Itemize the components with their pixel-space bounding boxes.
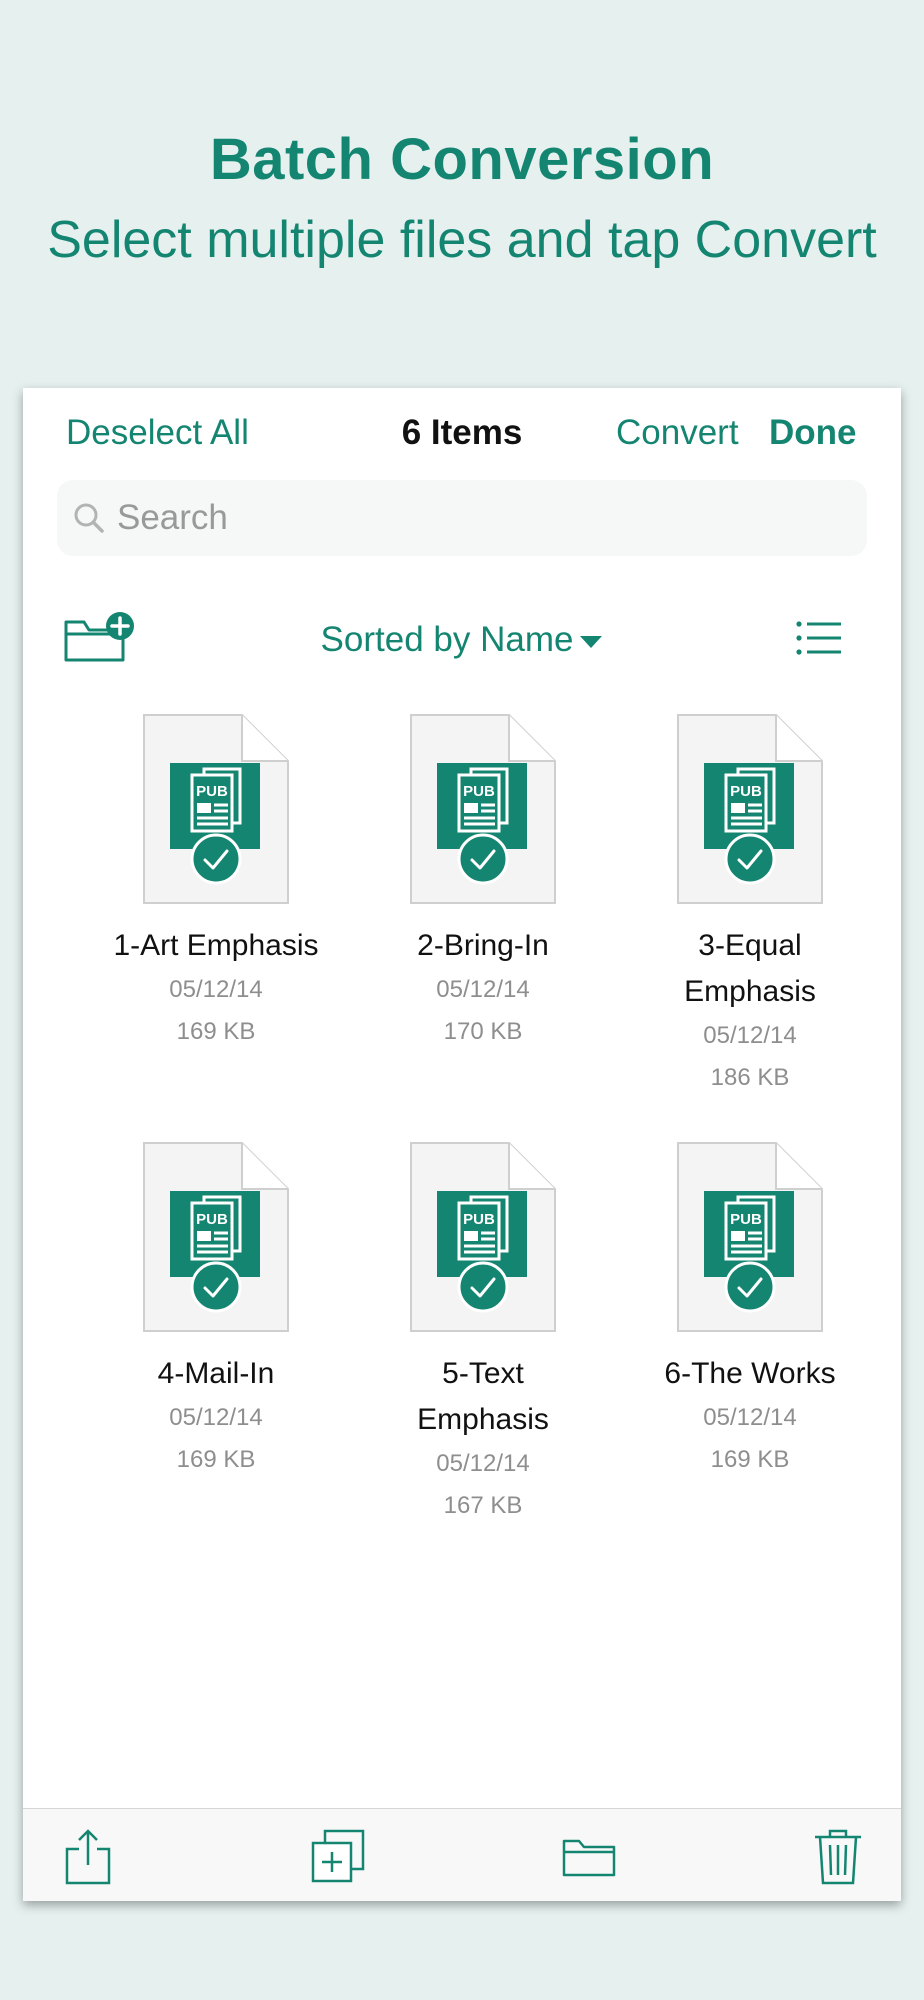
selected-check-icon — [190, 833, 242, 885]
navigation-bar: 6 Items Deselect All Convert Done — [23, 388, 901, 478]
file-date: 05/12/14 — [169, 1404, 263, 1431]
file-date: 05/12/14 — [436, 976, 530, 1003]
file-tile[interactable]: PUB 1-Art Emphasis 05/12/14 169 KB — [86, 713, 346, 1053]
file-date: 05/12/14 — [169, 976, 263, 1003]
sort-selector[interactable]: Sorted by Name — [23, 618, 901, 662]
pub-badge-text: PUB — [730, 1211, 762, 1228]
file-thumbnail: PUB — [409, 1141, 557, 1333]
selected-check-icon — [457, 1261, 509, 1313]
promo-title: Batch Conversion — [209, 127, 715, 192]
list-view-icon[interactable] — [795, 618, 843, 658]
file-name: 4-Mail-In — [157, 1357, 275, 1390]
file-thumbnail: PUB — [676, 1141, 824, 1333]
trash-icon[interactable] — [809, 1827, 867, 1885]
folder-icon[interactable] — [560, 1827, 618, 1885]
pub-badge-text: PUB — [463, 783, 495, 800]
selected-check-icon — [457, 833, 509, 885]
pub-badge-text: PUB — [196, 783, 228, 800]
file-thumbnail: PUB — [409, 713, 557, 905]
search-input[interactable] — [117, 480, 857, 556]
file-date: 05/12/14 — [703, 1404, 797, 1431]
file-thumbnail: PUB — [142, 713, 290, 905]
selected-check-icon — [724, 1261, 776, 1313]
file-toolbar: Sorted by Name — [23, 598, 901, 688]
file-tile[interactable]: PUB 2-Bring-In 05/12/14 170 KB — [353, 713, 613, 1053]
file-size: 170 KB — [443, 1018, 523, 1045]
file-name: 6-The Works — [664, 1357, 836, 1390]
file-tile[interactable]: PUB 3-Equal Emphasis 05/12/14 186 KB — [620, 713, 880, 1099]
file-thumbnail: PUB — [142, 1141, 290, 1333]
file-tile[interactable]: PUB 4-Mail-In 05/12/14 169 KB — [86, 1141, 346, 1481]
pub-badge-text: PUB — [196, 1211, 228, 1228]
convert-button[interactable]: Convert — [616, 408, 739, 458]
file-size: 186 KB — [710, 1064, 790, 1091]
file-name: 2-Bring-In — [417, 929, 549, 962]
file-size: 169 KB — [176, 1446, 256, 1473]
bottom-toolbar — [23, 1808, 901, 1901]
app-window: 6 Items Deselect All Convert Done Sorted… — [23, 388, 901, 1901]
caret-down-icon — [580, 635, 603, 648]
file-tile[interactable]: PUB 5-Text Emphasis 05/12/14 167 KB — [353, 1141, 613, 1527]
file-name: 1-Art Emphasis — [113, 929, 319, 962]
file-tile[interactable]: PUB 6-The Works 05/12/14 169 KB — [620, 1141, 880, 1481]
promo-subtitle: Select multiple files and tap Convert — [47, 211, 877, 269]
duplicate-icon[interactable] — [309, 1827, 367, 1885]
share-icon[interactable] — [59, 1827, 117, 1885]
file-size: 169 KB — [176, 1018, 256, 1045]
selected-check-icon — [724, 833, 776, 885]
pub-badge-text: PUB — [730, 783, 762, 800]
selected-check-icon — [190, 1261, 242, 1313]
file-thumbnail: PUB — [676, 713, 824, 905]
file-date: 05/12/14 — [703, 1022, 797, 1049]
file-date: 05/12/14 — [436, 1450, 530, 1477]
pub-badge-text: PUB — [463, 1211, 495, 1228]
deselect-all-button[interactable]: Deselect All — [66, 408, 249, 458]
file-name: 3-Equal Emphasis — [684, 929, 816, 1008]
search-icon — [74, 503, 104, 533]
file-name: 5-Text Emphasis — [417, 1357, 549, 1436]
done-button[interactable]: Done — [769, 408, 857, 458]
file-size: 167 KB — [443, 1492, 523, 1519]
file-size: 169 KB — [710, 1446, 790, 1473]
search-bar[interactable] — [57, 480, 867, 556]
sort-label: Sorted by Name — [320, 620, 574, 659]
